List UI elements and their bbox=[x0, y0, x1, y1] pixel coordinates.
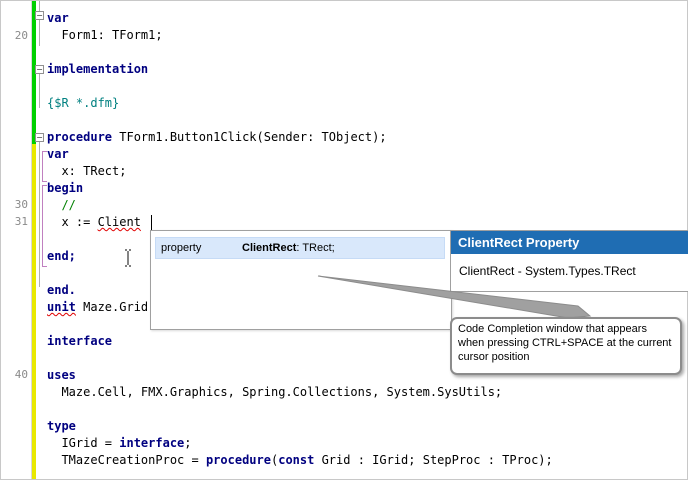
annotation-callout: Code Completion window that appears when… bbox=[450, 317, 682, 375]
callout-pointer-icon bbox=[317, 275, 592, 319]
